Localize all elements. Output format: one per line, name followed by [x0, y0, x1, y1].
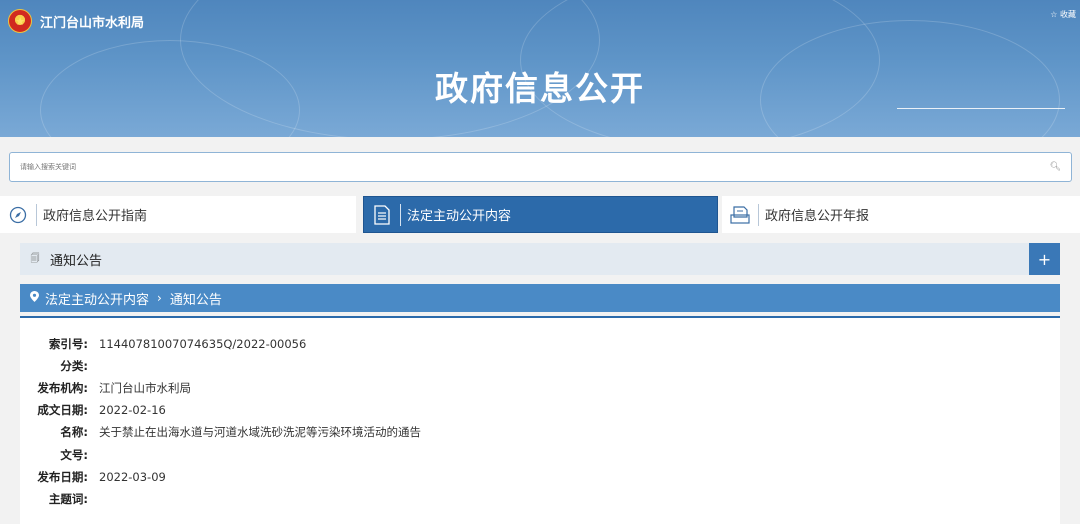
- header-banner: ★ 江门台山市水利局 ☆ 收藏 政府信息公开: [0, 0, 1080, 137]
- detail-value: 2022-02-16: [99, 403, 166, 417]
- tab-separator: [400, 203, 401, 226]
- star-icon: ☆: [1050, 10, 1058, 19]
- org-name: 江门台山市水利局: [40, 15, 145, 31]
- search-input[interactable]: [20, 163, 1050, 171]
- breadcrumb-current[interactable]: 通知公告: [170, 289, 222, 308]
- notice-icon: 🗐: [30, 254, 40, 264]
- section-title: 通知公告: [50, 253, 103, 269]
- tab-guide[interactable]: 政府信息公开指南: [0, 196, 356, 233]
- detail-row: 分类:: [20, 357, 99, 375]
- detail-key: 主题词:: [48, 492, 88, 506]
- tab-separator: [36, 203, 37, 226]
- detail-row: 成文日期: 2022-02-16: [20, 401, 166, 419]
- search-icon[interactable]: 🔍︎: [1050, 162, 1061, 172]
- chevron-right-icon: ›: [157, 291, 162, 305]
- tab-label: 法定主动公开内容: [407, 209, 512, 224]
- favorite-button[interactable]: ☆ 收藏: [1050, 9, 1076, 20]
- location-pin-icon: [30, 291, 39, 305]
- detail-row: 文号:: [20, 446, 99, 464]
- detail-key: 名称:: [60, 425, 88, 439]
- document-icon: [364, 196, 400, 233]
- detail-row: 发布日期: 2022-03-09: [20, 468, 166, 486]
- detail-key: 文号:: [60, 448, 88, 462]
- detail-key: 发布日期:: [37, 470, 88, 484]
- expand-button[interactable]: +: [1029, 243, 1060, 275]
- detail-row: 发布机构: 江门台山市水利局: [20, 379, 191, 397]
- banner-divider: [897, 108, 1065, 109]
- detail-row: 主题词:: [20, 490, 99, 508]
- tab-annual-report[interactable]: 政府信息公开年报: [722, 196, 1080, 233]
- detail-value: 2022-03-09: [99, 470, 166, 484]
- tab-statutory-content[interactable]: 法定主动公开内容: [363, 196, 718, 233]
- detail-value: 11440781007074635Q/2022-00056: [99, 337, 307, 351]
- page-title: 政府信息公开: [435, 69, 645, 108]
- detail-row: 索引号: 11440781007074635Q/2022-00056: [20, 335, 306, 353]
- site-brand[interactable]: ★ 江门台山市水利局: [8, 9, 144, 33]
- tab-label: 政府信息公开年报: [765, 209, 870, 224]
- section-header: 🗐 通知公告 +: [20, 243, 1060, 275]
- report-icon: [722, 196, 758, 233]
- detail-key: 索引号:: [48, 337, 88, 351]
- detail-value: 江门台山市水利局: [99, 381, 191, 395]
- breadcrumb: 法定主动公开内容 › 通知公告: [20, 284, 1060, 312]
- detail-key: 发布机构:: [37, 381, 88, 395]
- favorite-label: 收藏: [1060, 10, 1076, 19]
- compass-icon: [0, 196, 36, 233]
- detail-key: 分类:: [60, 359, 88, 373]
- document-detail-panel: 索引号: 11440781007074635Q/2022-00056 分类: 发…: [20, 316, 1060, 524]
- detail-row: 名称: 关于禁止在出海水道与河道水域洗砂洗泥等污染环境活动的通告: [20, 423, 421, 441]
- national-emblem-icon: ★: [8, 9, 32, 33]
- tab-separator: [758, 203, 759, 226]
- breadcrumb-parent[interactable]: 法定主动公开内容: [45, 289, 149, 308]
- detail-value: 关于禁止在出海水道与河道水域洗砂洗泥等污染环境活动的通告: [99, 425, 421, 439]
- search-bar: 🔍︎: [9, 152, 1072, 182]
- detail-key: 成文日期:: [37, 403, 88, 417]
- nav-tabs: 政府信息公开指南 法定主动公开内容 政府信息公开年报: [0, 196, 1080, 233]
- tab-label: 政府信息公开指南: [43, 209, 148, 224]
